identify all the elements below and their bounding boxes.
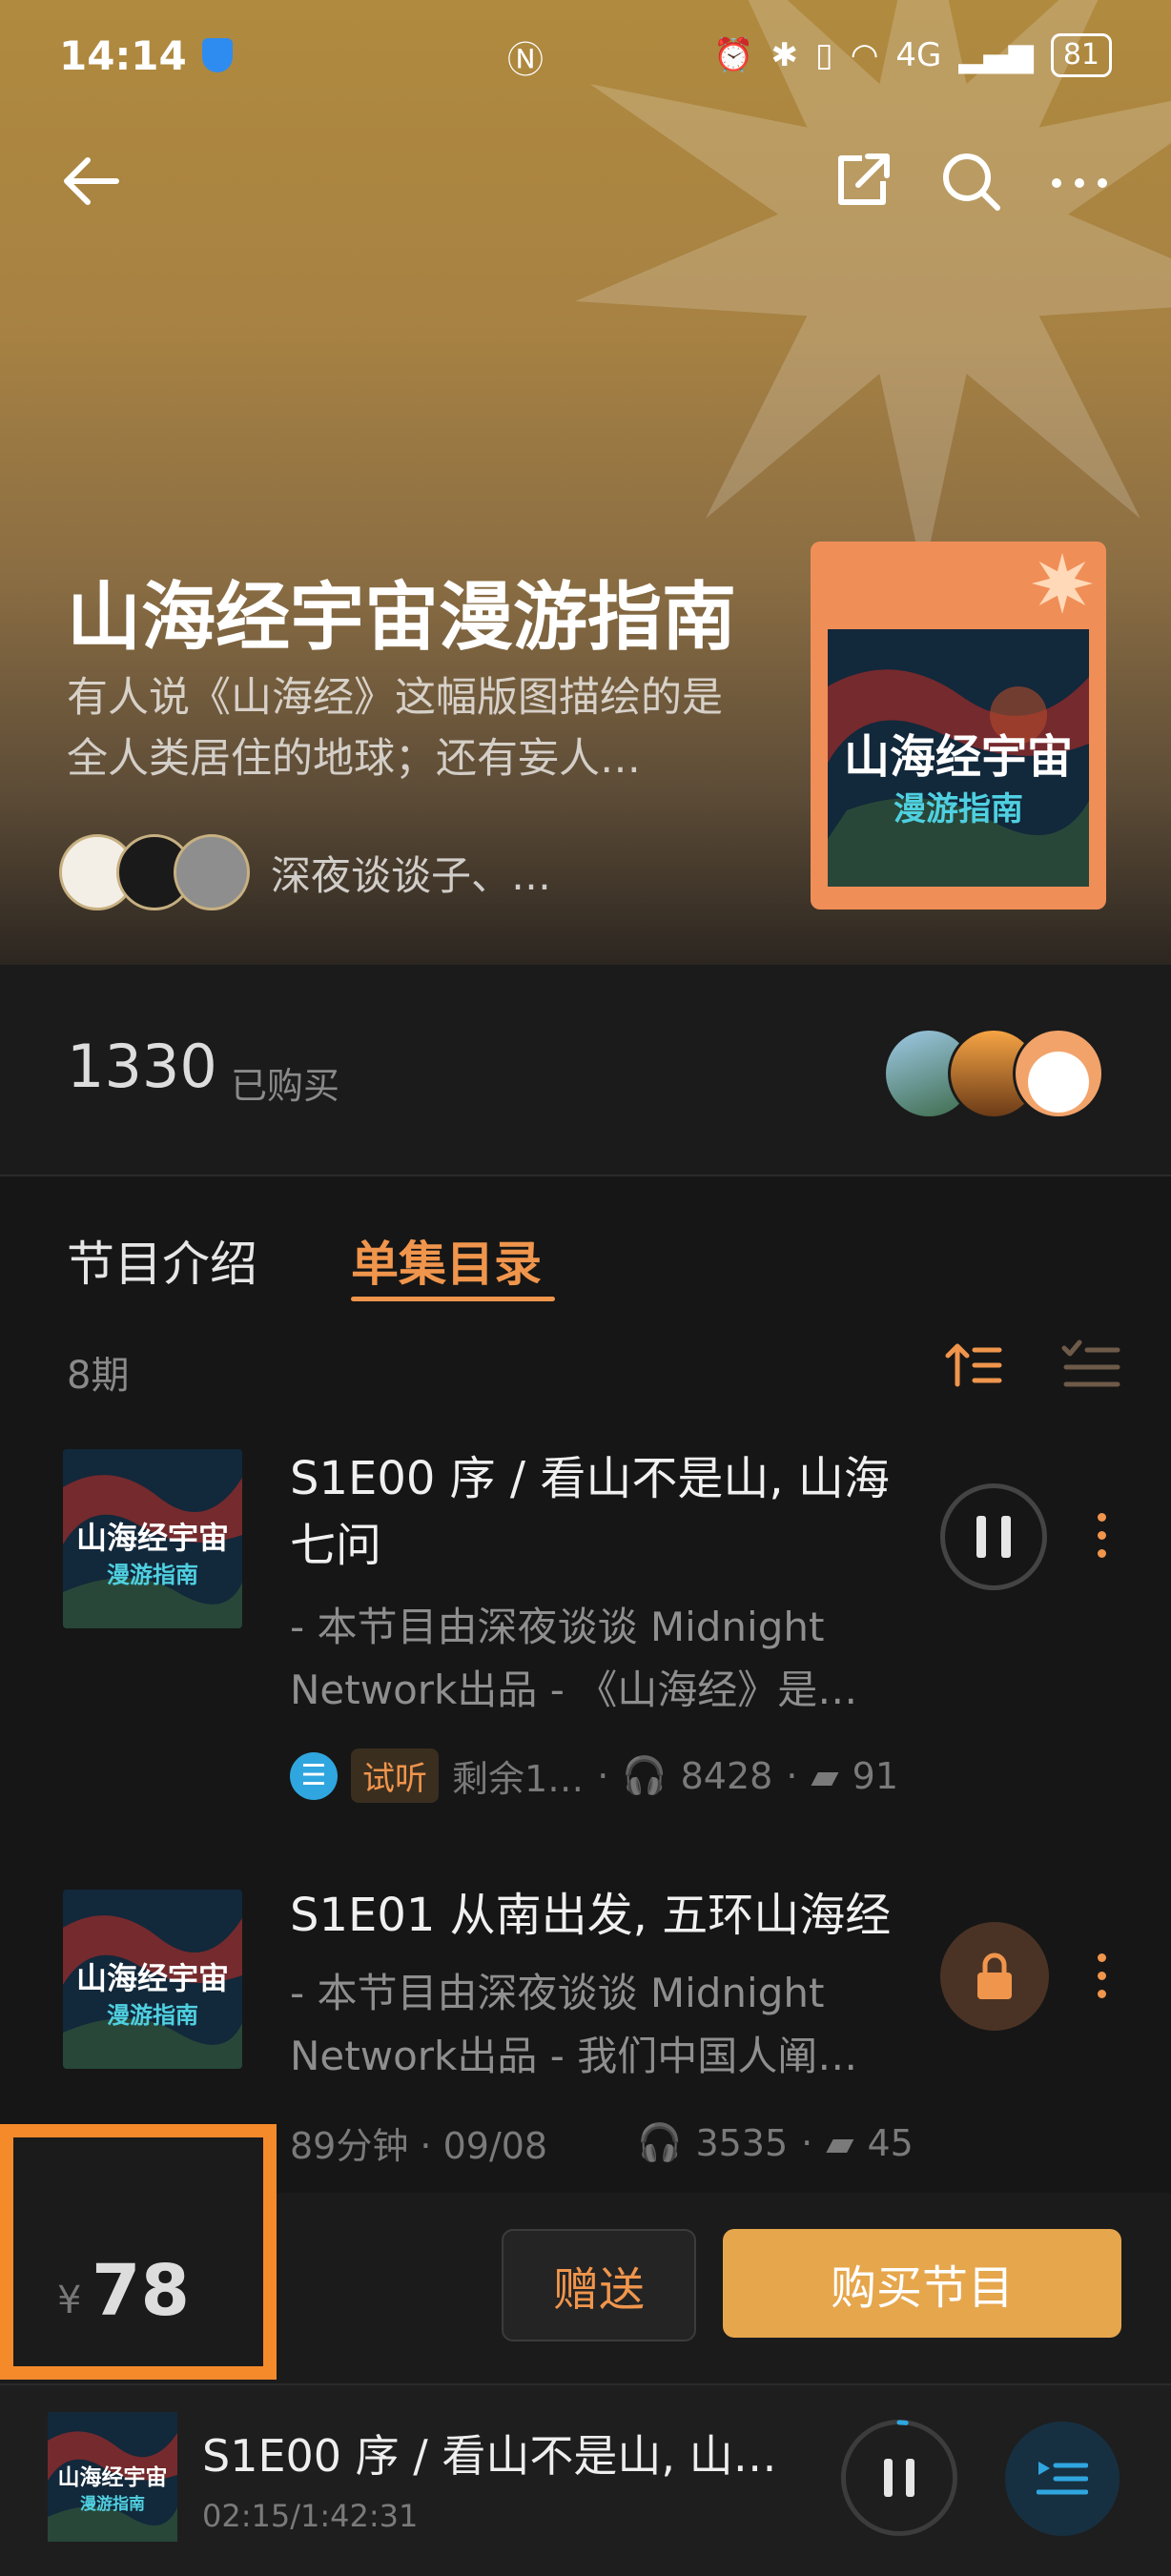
alarm-icon: ⏰: [713, 36, 754, 74]
episode-duration-date: 89分钟 · 09/08: [290, 2125, 548, 2167]
mini-art-subtitle: 漫游指南: [80, 2494, 145, 2514]
meta-separator: ·: [597, 1754, 609, 1797]
episode-art-subtitle: 漫游指南: [107, 2002, 198, 2029]
mini-art-title: 山海经宇宙: [58, 2464, 168, 2490]
author-avatar: [174, 834, 250, 910]
batch-select-icon[interactable]: [1060, 1335, 1121, 1396]
episode-more-button[interactable]: [1087, 1937, 1116, 2014]
buyer-avatar: [1013, 1028, 1104, 1119]
cover-subtitle: 漫游指南: [894, 790, 1023, 828]
author-row[interactable]: 深夜谈谈子、…: [59, 829, 551, 915]
wifi-icon: ◠: [850, 36, 879, 74]
program-description[interactable]: 有人说《山海经》这幅版图描绘的是全人类居住的地球；还有妄人…: [67, 667, 763, 789]
episode-thumbnail[interactable]: 山海经宇宙 漫游指南: [63, 1890, 242, 2069]
playlist-button[interactable]: [1005, 2422, 1120, 2536]
comment-icon: ▰: [826, 2121, 854, 2164]
status-bar: 14:14 Ⓝ ⏰ ✱ ▯ ◠ 4G ▂▄▆ 81: [59, 27, 1112, 84]
mini-player-title[interactable]: S1E00 序 / 看山不是山, 山海…: [202, 2422, 793, 2484]
price-value: 78: [92, 2250, 190, 2332]
episode-pause-button[interactable]: [940, 1483, 1047, 1590]
comment-icon: ▰: [811, 1754, 839, 1797]
buyer-avatars[interactable]: [883, 1028, 1104, 1119]
share-icon[interactable]: [824, 143, 900, 219]
vibrate-icon: ▯: [814, 36, 833, 74]
purchased-count: 1330: [67, 1032, 217, 1101]
headphones-icon: 🎧: [637, 2121, 683, 2163]
tab-active-indicator: [351, 1297, 555, 1301]
episode-meta: 89分钟 · 09/08 🎧 3535 · ▰ 45: [290, 2116, 914, 2169]
episode-artwork: 山海经宇宙 漫游指南: [63, 1449, 242, 1628]
tab-program-intro[interactable]: 节目介绍: [67, 1226, 257, 1295]
episode-art-subtitle: 漫游指南: [107, 1562, 198, 1588]
episode-meta: ☰ 试听 剩余1… · 🎧 8428 · ▰ 91: [290, 1748, 898, 1803]
playlist-icon: [1037, 2462, 1088, 2495]
purchased-label: 已购买: [231, 1065, 340, 1107]
remaining-time: 剩余1…: [452, 1758, 585, 1800]
more-icon[interactable]: [1041, 143, 1118, 219]
pause-icon: [976, 1516, 1011, 1558]
episode-art-title: 山海经宇宙: [76, 1960, 229, 1996]
lock-icon: [977, 1952, 1012, 1999]
meta-separator: ·: [801, 2121, 813, 2164]
episode-description: - 本节目由深夜谈谈 Midnight Network出品 - 我们中国人阐…: [290, 1970, 858, 2079]
episode-title[interactable]: S1E01 从南出发, 五环山海经: [290, 1882, 919, 1949]
comment-count: 91: [852, 1754, 899, 1797]
signal-icon: ▂▄▆: [958, 36, 1034, 74]
gift-button[interactable]: 赠送: [502, 2229, 696, 2341]
author-names: 深夜谈谈子、…: [271, 851, 552, 899]
comment-count: 45: [867, 2121, 914, 2164]
trial-badge: 试听: [351, 1748, 439, 1803]
mini-player-artwork: 山海经宇宙 漫游指南: [48, 2412, 177, 2542]
back-arrow-icon[interactable]: [53, 143, 130, 219]
mini-player-thumbnail[interactable]: 山海经宇宙 漫游指南: [48, 2412, 177, 2542]
currency-symbol: ¥: [57, 2279, 82, 2322]
mini-progress-ring: [841, 2420, 957, 2536]
search-icon[interactable]: [933, 143, 1009, 219]
buy-program-button[interactable]: 购买节目: [723, 2229, 1121, 2338]
status-time: 14:14: [59, 31, 187, 79]
episode-thumbnail[interactable]: 山海经宇宙 漫游指南: [63, 1449, 242, 1628]
meta-separator: ·: [786, 1754, 798, 1797]
sort-order-icon[interactable]: [944, 1335, 1005, 1396]
purchase-stats: 1330 已购买: [0, 965, 1171, 1176]
play-count: 8428: [680, 1754, 773, 1797]
tab-episode-list[interactable]: 单集目录: [351, 1226, 542, 1295]
bluetooth-icon: ✱: [770, 36, 798, 74]
shield-icon: [201, 38, 233, 72]
mini-player-pause-button[interactable]: [841, 2420, 957, 2536]
headphones-icon: 🎧: [622, 1754, 668, 1796]
program-title: 山海经宇宙漫游指南: [67, 575, 737, 661]
network-label: 4G: [895, 36, 942, 74]
episode-artwork: 山海经宇宙 漫游指南: [63, 1890, 242, 2069]
episode-title[interactable]: S1E00 序 / 看山不是山, 山海七问: [290, 1445, 919, 1579]
episode-count: 8期: [67, 1354, 130, 1398]
episode-description: - 本节目由深夜谈谈 Midnight Network出品 - 《山海经》是…: [290, 1604, 858, 1713]
episode-more-button[interactable]: [1087, 1497, 1116, 1573]
badge-icon: [1032, 553, 1093, 614]
episode-art-title: 山海经宇宙: [76, 1520, 229, 1556]
play-count: 3535: [695, 2121, 789, 2164]
nfc-icon: Ⓝ: [507, 39, 544, 81]
episode-locked-button[interactable]: [940, 1922, 1049, 2031]
cover-title: 山海经宇宙: [844, 730, 1073, 784]
status-right: ⏰ ✱ ▯ ◠ 4G ▂▄▆ 81: [713, 33, 1112, 77]
cover-artwork: 山海经宇宙 漫游指南: [828, 629, 1089, 887]
cover-image[interactable]: 山海经宇宙 漫游指南: [828, 629, 1089, 887]
mini-player-time: 02:15/1:42:31: [202, 2498, 419, 2534]
playlist-icon: ☰: [290, 1751, 338, 1800]
header-decoration: [575, 0, 1171, 577]
battery-indicator: 81: [1050, 33, 1112, 77]
